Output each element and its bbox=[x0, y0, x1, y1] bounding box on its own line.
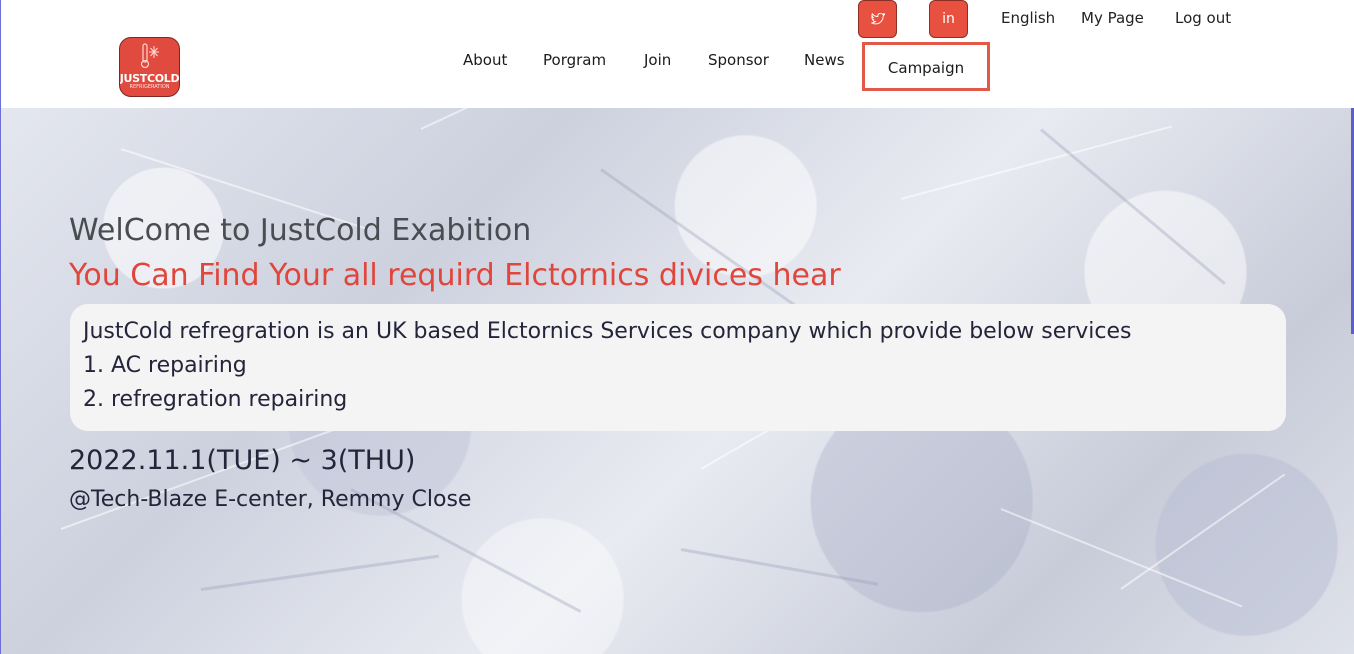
linkedin-icon: in bbox=[942, 11, 955, 27]
hero-section: WelCome to JustCold Exabition You Can Fi… bbox=[1, 108, 1354, 654]
language-link[interactable]: English bbox=[1001, 9, 1055, 27]
thermometer-snowflake-icon bbox=[140, 43, 159, 69]
logout-link[interactable]: Log out bbox=[1175, 9, 1231, 27]
nav-news[interactable]: News bbox=[804, 51, 845, 69]
ice-texture-line bbox=[200, 554, 439, 591]
ice-texture-line bbox=[680, 548, 879, 586]
event-venue: @Tech-Blaze E-center, Remmy Close bbox=[69, 487, 472, 512]
nav-program[interactable]: Porgram bbox=[543, 51, 606, 69]
ice-texture-line bbox=[900, 125, 1172, 200]
nav-sponsor[interactable]: Sponsor bbox=[708, 51, 769, 69]
nav-about[interactable]: About bbox=[463, 51, 507, 69]
justcold-logo[interactable]: JUSTCOLD REFRIGERATION bbox=[119, 37, 180, 97]
service-item: 2. refregration repairing bbox=[83, 387, 348, 412]
logo-subtext: REFRIGERATION bbox=[129, 84, 170, 90]
company-description: JustCold refregration is an UK based Elc… bbox=[83, 319, 1132, 344]
nav-join[interactable]: Join bbox=[644, 51, 671, 69]
event-date: 2022.11.1(TUE) ~ 3(THU) bbox=[69, 445, 416, 476]
twitter-button[interactable] bbox=[858, 0, 897, 38]
ice-texture-line bbox=[60, 425, 344, 530]
ice-texture-line bbox=[1000, 508, 1243, 608]
nav-campaign-label: Campaign bbox=[887, 58, 965, 77]
linkedin-button[interactable]: in bbox=[929, 0, 968, 38]
ice-texture-line bbox=[1120, 473, 1286, 590]
my-page-link[interactable]: My Page bbox=[1081, 9, 1144, 27]
logo-text: JUSTCOLD bbox=[119, 72, 180, 85]
welcome-heading: WelCome to JustCold Exabition bbox=[69, 213, 532, 248]
hero-tagline: You Can Find Your all requird Elctornics… bbox=[69, 258, 841, 293]
site-header: JUSTCOLD REFRIGERATION in English My Pag… bbox=[1, 0, 1354, 108]
service-item: 1. AC repairing bbox=[83, 353, 247, 378]
nav-campaign[interactable]: Campaign bbox=[862, 42, 990, 91]
ice-texture-line bbox=[420, 108, 621, 130]
services-info-box: JustCold refregration is an UK based Elc… bbox=[70, 304, 1286, 431]
twitter-icon bbox=[870, 13, 885, 25]
ice-texture-line bbox=[1040, 128, 1226, 285]
